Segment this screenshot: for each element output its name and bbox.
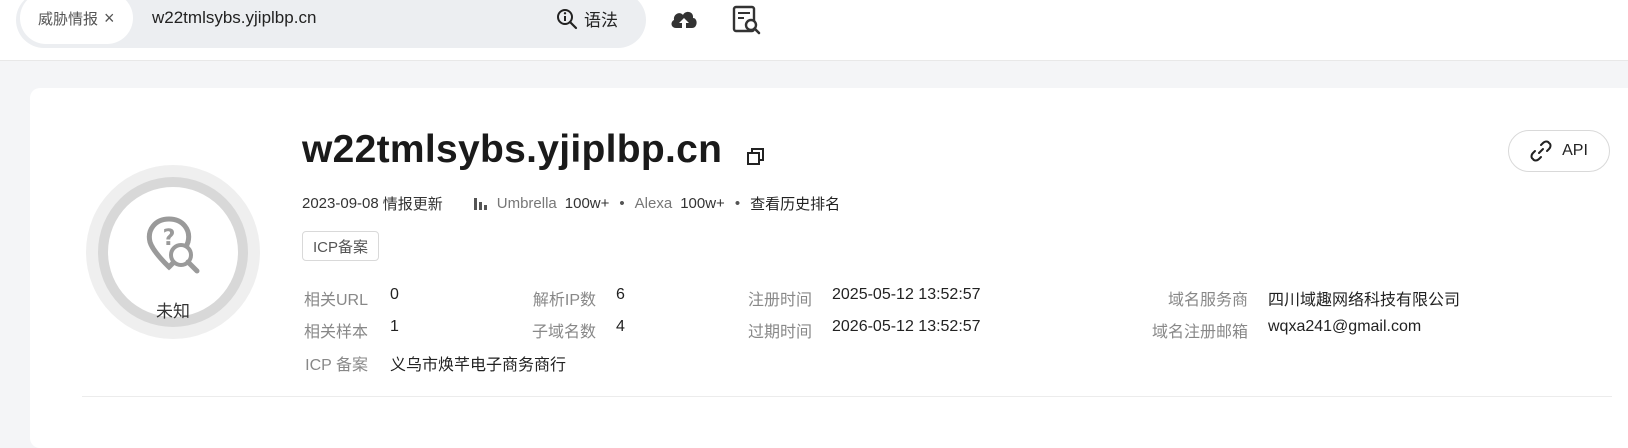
divider: [82, 396, 1612, 397]
separator-dot: •: [734, 195, 741, 212]
registrar-value: 四川域趣网络科技有限公司: [1268, 292, 1461, 309]
update-label: 情报更新: [382, 196, 443, 213]
close-icon[interactable]: ×: [104, 8, 115, 29]
domain-title: w22tmlsybs.yjiplbp.cn: [302, 128, 723, 171]
update-date: 2023-09-08: [302, 195, 379, 212]
history-rank-link[interactable]: 查看历史排名: [750, 193, 840, 214]
api-button[interactable]: API: [1508, 130, 1610, 172]
subdomain-count-value[interactable]: 4: [616, 318, 625, 336]
syntax-label: 语法: [584, 11, 618, 30]
related-sample-label: 相关样本: [303, 324, 368, 341]
related-url-label: 相关URL: [303, 292, 368, 309]
unknown-location-icon: ?: [146, 216, 200, 274]
registrant-email-value: wqxa241@gmail.com: [1268, 318, 1422, 335]
subdomain-count-label: 子域名数: [531, 324, 596, 341]
info-search-icon: [557, 8, 578, 29]
registrant-email-label: 域名注册邮箱: [1151, 324, 1248, 341]
result-card: [30, 88, 1628, 448]
icp-value: 义乌市焕芊电子商务商行: [390, 357, 567, 374]
expire-time-value: 2026-05-12 13:52:57: [832, 318, 981, 335]
resolved-ip-label: 解析IP数: [532, 292, 596, 309]
related-url-value[interactable]: 0: [390, 286, 399, 304]
api-label: API: [1562, 142, 1588, 159]
umbrella-label: Umbrella: [496, 195, 557, 212]
bar-chart-icon: [473, 197, 487, 210]
report-search-icon[interactable]: [730, 4, 762, 36]
verdict-label: 未知: [156, 302, 190, 321]
register-time-value: 2025-05-12 13:52:57: [832, 286, 981, 303]
icp-tag[interactable]: ICP备案: [302, 231, 380, 261]
resolved-ip-value[interactable]: 6: [616, 286, 625, 304]
alexa-label: Alexa: [634, 195, 673, 212]
expire-time-label: 过期时间: [747, 324, 812, 341]
registrar-label: 域名服务商: [1167, 292, 1248, 309]
related-sample-value[interactable]: 1: [390, 318, 399, 336]
alexa-rank: 100w+: [680, 195, 725, 212]
search-filter-tag-label: 威胁情报: [38, 10, 99, 28]
icp-label: ICP 备案: [305, 357, 368, 374]
link-icon: [1530, 140, 1552, 162]
search-filter-tag[interactable]: 威胁情报 ×: [20, 0, 133, 44]
copy-icon[interactable]: [746, 147, 766, 167]
syntax-button[interactable]: 语法: [556, 6, 618, 31]
register-time-label: 注册时间: [747, 292, 812, 309]
verdict-badge: ? 未知: [86, 165, 260, 339]
top-bar: 威胁情报 × w22tmlsybs.yjiplbp.cn 语法: [0, 0, 1628, 61]
cloud-upload-icon[interactable]: [668, 4, 700, 36]
separator-dot: •: [619, 195, 625, 212]
meta-row: 2023-09-08 情报更新 Umbrella 100w+ • Alexa 1…: [302, 193, 840, 214]
umbrella-rank: 100w+: [564, 195, 610, 212]
search-input[interactable]: w22tmlsybs.yjiplbp.cn: [152, 8, 316, 28]
